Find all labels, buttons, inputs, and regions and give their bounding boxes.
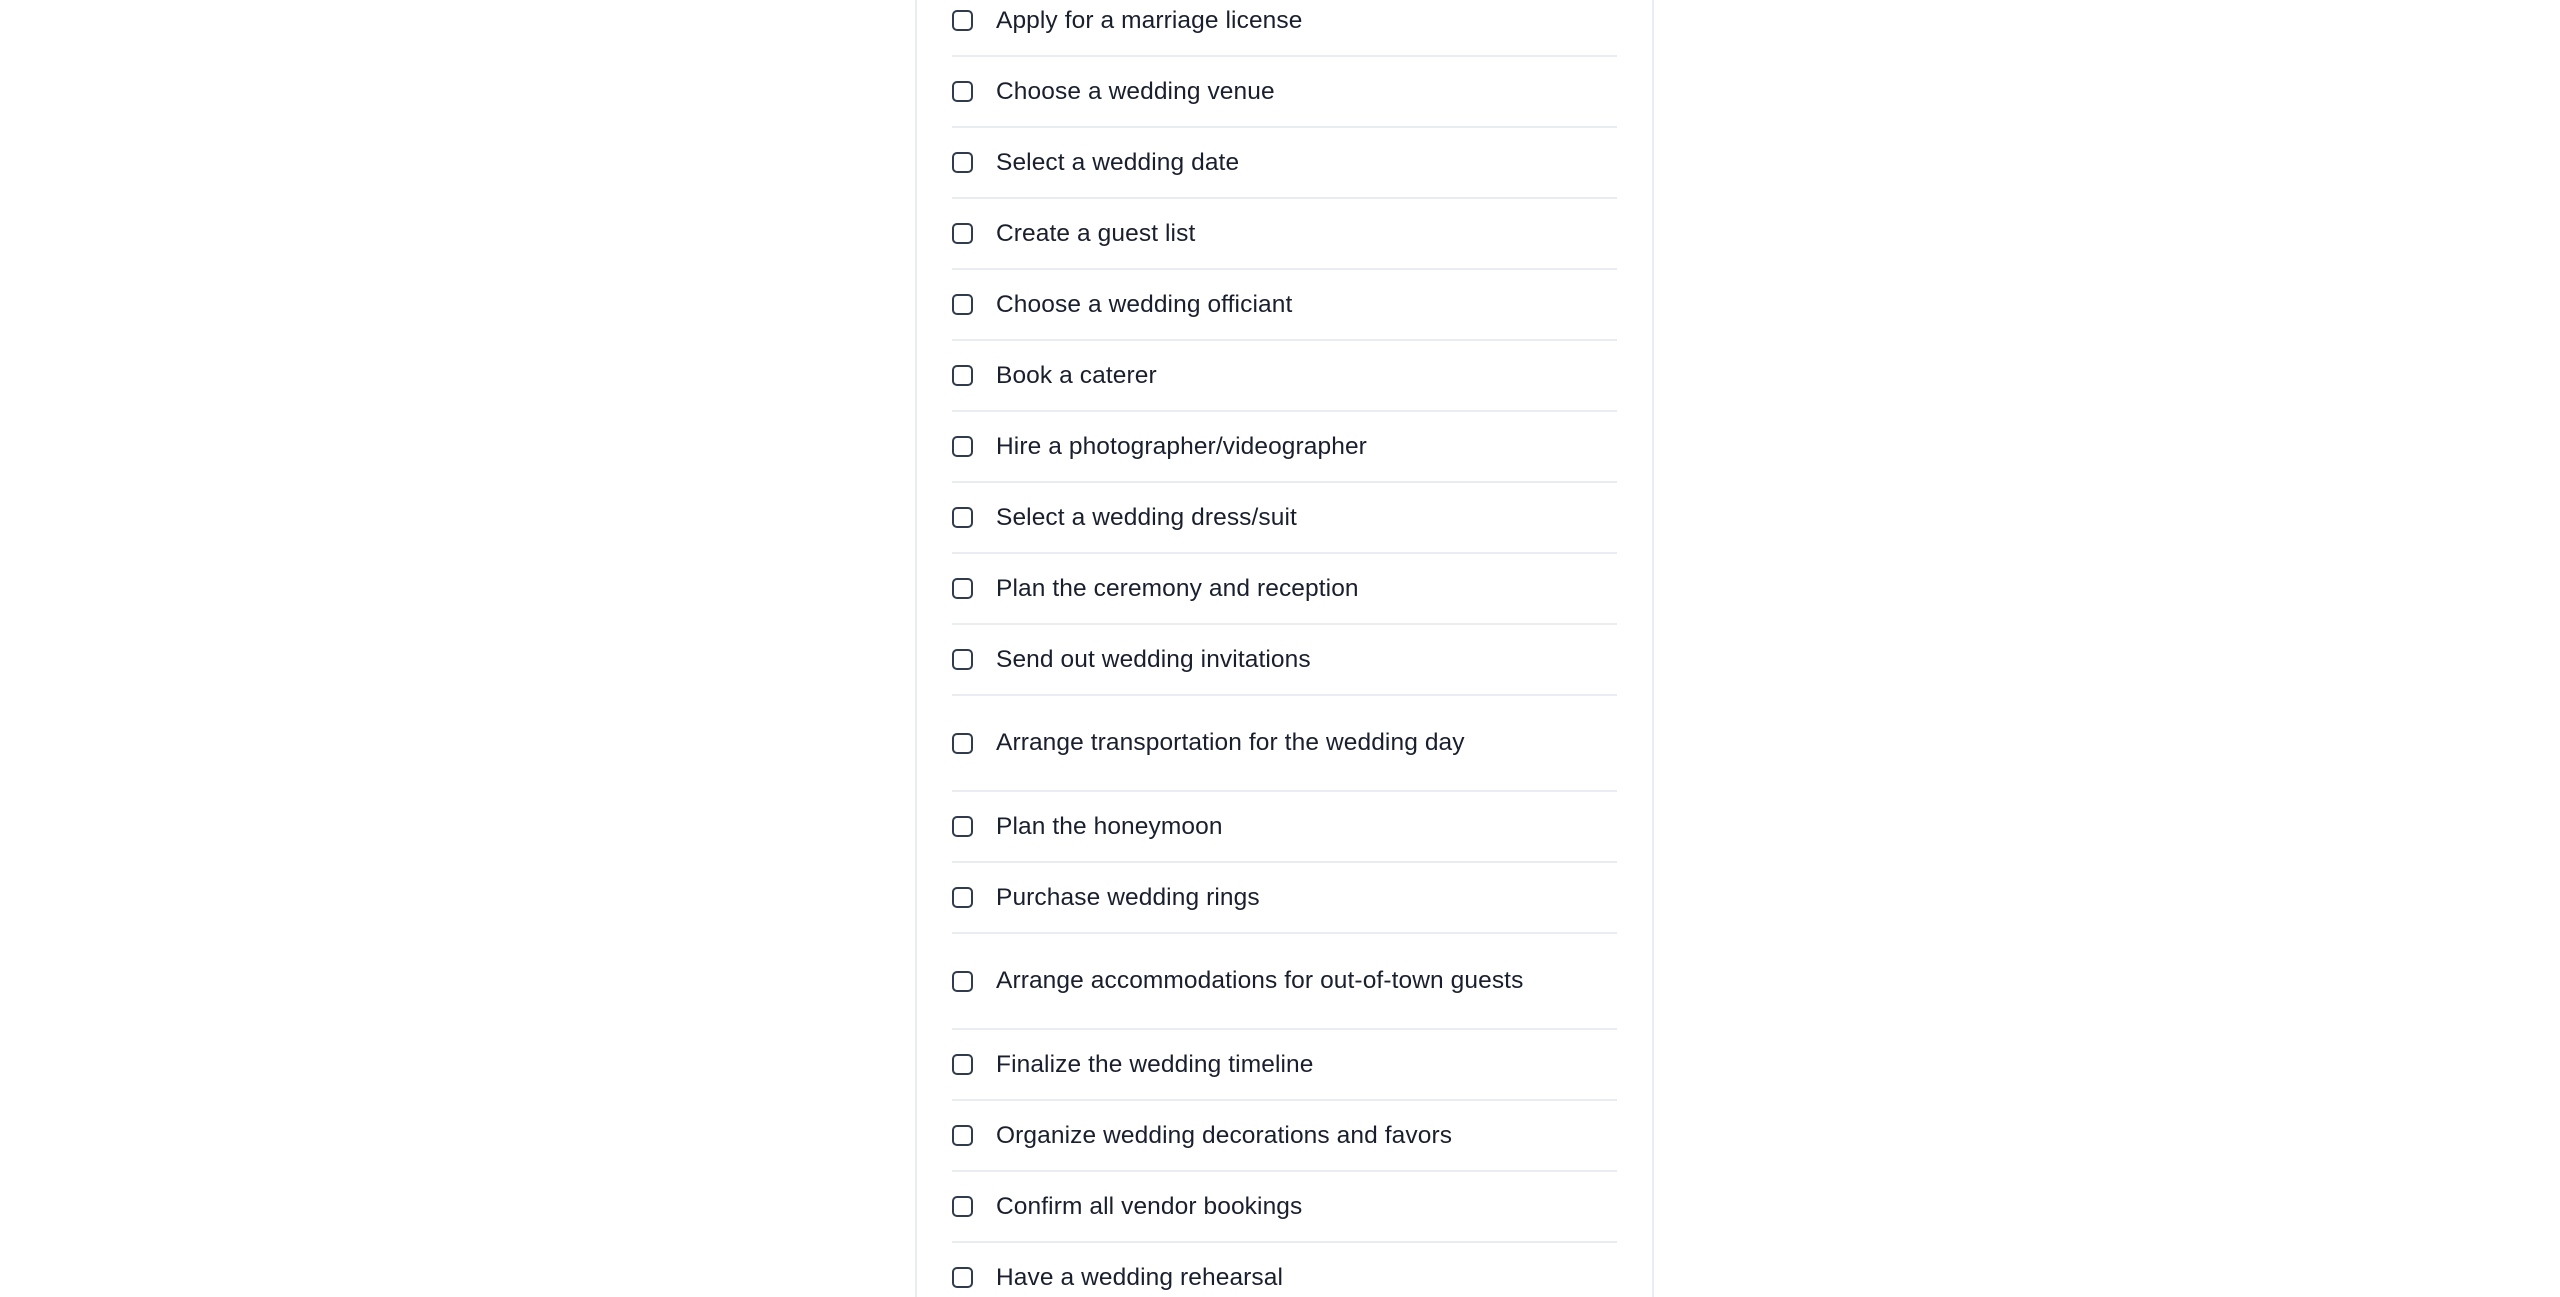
checklist-item[interactable]: Create a guest list xyxy=(917,199,1652,268)
checklist-item-label: Plan the ceremony and reception xyxy=(996,574,1359,602)
checklist-item-label: Plan the honeymoon xyxy=(996,812,1223,840)
checklist-item[interactable]: Confirm all vendor bookings xyxy=(917,1172,1652,1241)
checklist-item-label: Have a wedding rehearsal xyxy=(996,1263,1284,1291)
checklist-item-label: Select a wedding date xyxy=(996,148,1240,176)
checklist-item[interactable]: Apply for a marriage license xyxy=(917,0,1652,55)
checklist-item[interactable]: Book a caterer xyxy=(917,341,1652,410)
checklist-item-label: Finalize the wedding timeline xyxy=(996,1050,1314,1078)
checklist-item-label: Send out wedding invitations xyxy=(996,645,1311,673)
checklist-item[interactable]: Hire a photographer/videographer xyxy=(917,412,1652,481)
checkbox-unchecked-icon[interactable] xyxy=(952,152,973,173)
checklist-item-label: Arrange accommodations for out-of-town g… xyxy=(996,967,1524,994)
checkbox-unchecked-icon[interactable] xyxy=(952,1196,973,1217)
checkbox-unchecked-icon[interactable] xyxy=(952,1267,973,1288)
checkbox-unchecked-icon[interactable] xyxy=(952,294,973,315)
checklist-item[interactable]: Finalize the wedding timeline xyxy=(917,1030,1652,1099)
wedding-checklist: Apply for a marriage license Choose a wed… xyxy=(917,0,1652,1297)
checklist-item[interactable]: Arrange transportation for the wedding d… xyxy=(917,696,1652,790)
checkbox-unchecked-icon[interactable] xyxy=(952,1054,973,1075)
checkbox-unchecked-icon[interactable] xyxy=(952,816,973,837)
checkbox-unchecked-icon[interactable] xyxy=(952,10,973,31)
checkbox-unchecked-icon[interactable] xyxy=(952,223,973,244)
checkbox-unchecked-icon[interactable] xyxy=(952,732,973,754)
checklist-item-label: Apply for a marriage license xyxy=(996,6,1303,34)
checkbox-unchecked-icon[interactable] xyxy=(952,970,973,992)
checkbox-unchecked-icon[interactable] xyxy=(952,436,973,457)
checkbox-unchecked-icon[interactable] xyxy=(952,887,973,908)
checklist-item-label: Choose a wedding officiant xyxy=(996,290,1293,318)
checklist-item-label: Purchase wedding rings xyxy=(996,883,1260,911)
checklist-item[interactable]: Choose a wedding venue xyxy=(917,57,1652,126)
checklist-item[interactable]: Arrange accommodations for out-of-town g… xyxy=(917,934,1652,1028)
checklist-item[interactable]: Have a wedding rehearsal xyxy=(917,1243,1652,1297)
checklist-item-label: Confirm all vendor bookings xyxy=(996,1192,1303,1220)
checklist-item-label: Choose a wedding venue xyxy=(996,77,1275,105)
checkbox-unchecked-icon[interactable] xyxy=(952,81,973,102)
checklist-item-label: Create a guest list xyxy=(996,219,1196,247)
column-rule-right xyxy=(1652,0,1654,1297)
checkbox-unchecked-icon[interactable] xyxy=(952,1125,973,1146)
checklist-item-label: Arrange transportation for the wedding d… xyxy=(996,729,1465,756)
checklist-item[interactable]: Choose a wedding officiant xyxy=(917,270,1652,339)
checklist-viewport: Apply for a marriage license Choose a wed… xyxy=(917,0,1652,1297)
checklist-item[interactable]: Purchase wedding rings xyxy=(917,863,1652,932)
checkbox-unchecked-icon[interactable] xyxy=(952,578,973,599)
page-canvas: Apply for a marriage license Choose a wed… xyxy=(0,0,2560,1297)
checklist-item-label: Organize wedding decorations and favors xyxy=(996,1121,1453,1149)
checkbox-unchecked-icon[interactable] xyxy=(952,649,973,670)
checkbox-unchecked-icon[interactable] xyxy=(952,507,973,528)
checklist-item-label: Select a wedding dress/suit xyxy=(996,503,1297,531)
checklist-item[interactable]: Select a wedding dress/suit xyxy=(917,483,1652,552)
checkbox-unchecked-icon[interactable] xyxy=(952,365,973,386)
checklist-item[interactable]: Send out wedding invitations xyxy=(917,625,1652,694)
checklist-item[interactable]: Plan the honeymoon xyxy=(917,792,1652,861)
checklist-item[interactable]: Organize wedding decorations and favors xyxy=(917,1101,1652,1170)
checklist-item-label: Hire a photographer/videographer xyxy=(996,432,1367,460)
checklist-item[interactable]: Plan the ceremony and reception xyxy=(917,554,1652,623)
checklist-item[interactable]: Select a wedding date xyxy=(917,128,1652,197)
checklist-item-label: Book a caterer xyxy=(996,361,1157,389)
